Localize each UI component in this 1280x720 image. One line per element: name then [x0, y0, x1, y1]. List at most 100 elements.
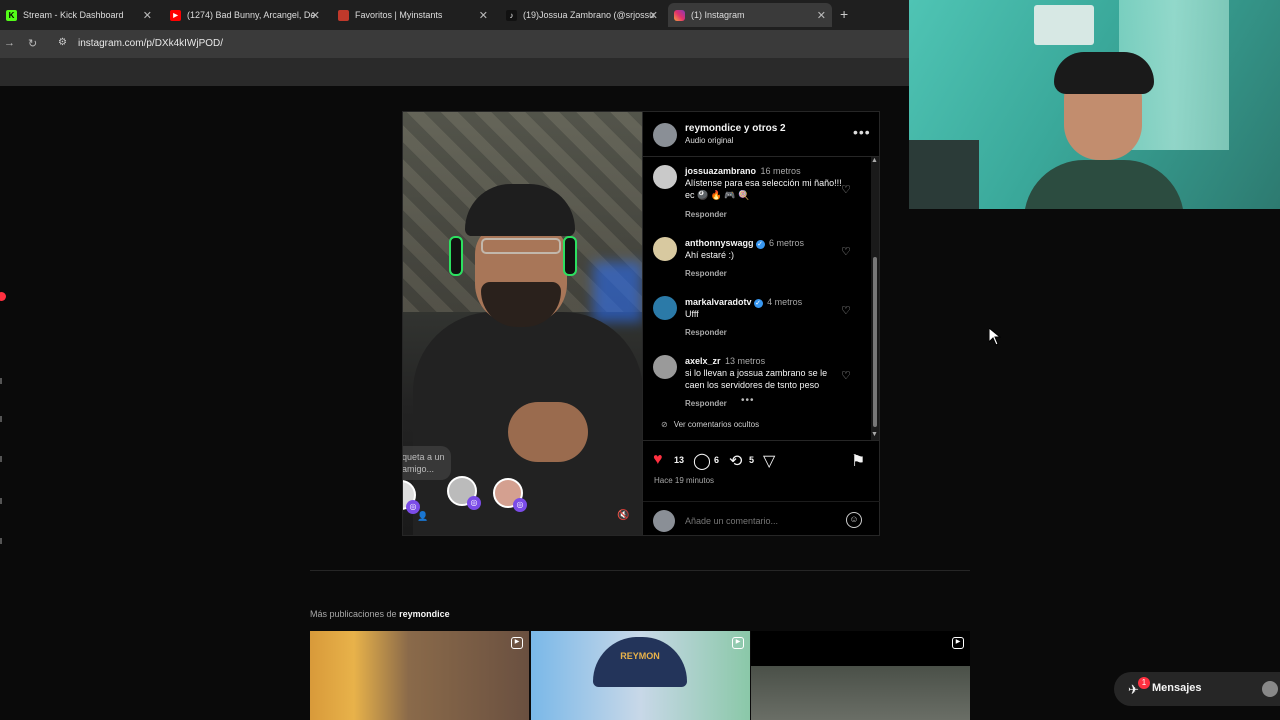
tab-label: Favoritos | Myinstants	[355, 10, 443, 20]
reply-button[interactable]: Responder	[685, 328, 727, 337]
collab-icon: ◎	[467, 496, 481, 510]
tagged-users-icon[interactable]: 👤	[417, 511, 428, 522]
youtube-icon: ▶	[170, 9, 181, 21]
heart-icon[interactable]: ♡	[841, 245, 851, 258]
scroll-up-icon[interactable]: ▲	[871, 157, 878, 164]
save-bookmark-icon[interactable]: ⚑	[851, 451, 865, 471]
more-options-icon[interactable]: •••	[853, 124, 871, 140]
heart-icon[interactable]: ♡	[841, 369, 851, 382]
close-icon[interactable]: ✕	[649, 9, 658, 22]
post-video[interactable]: Etiqueta a un amigo... ◎ ◎ ◎ 👤 🔇	[403, 112, 642, 535]
heart-icon[interactable]: ♡	[841, 183, 851, 196]
avatar[interactable]	[653, 237, 677, 261]
post-time: Hace 19 minutos	[654, 476, 715, 485]
comment-icon[interactable]: ◯	[693, 451, 711, 471]
add-comment-input[interactable]	[685, 516, 835, 526]
repost-icon[interactable]: ⟲	[729, 451, 742, 471]
reply-button[interactable]: Responder	[685, 399, 727, 408]
muted-icon[interactable]: 🔇	[617, 510, 629, 521]
comment-text: si lo llevan a jossua zambrano se le cae…	[685, 368, 828, 390]
avatar[interactable]	[653, 123, 677, 147]
scrollbar-thumb[interactable]	[873, 257, 877, 427]
comment-username[interactable]: axelx_zr	[685, 356, 721, 366]
post-actions: ♥ 13 ◯ 6 ⟲ 5 ▽ ⚑ Hace 19 minutos ☺	[643, 440, 880, 535]
messages-label: Mensajes	[1152, 682, 1202, 694]
new-tab-button[interactable]: +	[840, 6, 848, 22]
close-icon[interactable]: ✕	[311, 9, 320, 22]
avatar[interactable]: ◎	[447, 476, 481, 510]
tab-youtube[interactable]: ▶ (1274) Bad Bunny, Arcangel, De ✕	[164, 3, 326, 27]
tab-label: Stream - Kick Dashboard	[23, 10, 124, 20]
comment-text: Ufff	[685, 309, 699, 319]
tag-friend-prompt: Etiqueta a un amigo...	[403, 446, 451, 480]
verified-icon: ✓	[755, 240, 765, 249]
tab-myinstants[interactable]: Favoritos | Myinstants ✕	[332, 3, 494, 27]
tab-tiktok[interactable]: ♪ (19)Jossua Zambrano (@srjossu ✕	[500, 3, 664, 27]
close-icon[interactable]: ✕	[479, 9, 488, 22]
sidebar-mark	[0, 378, 2, 384]
gaming-chair	[909, 140, 979, 209]
avatar[interactable]	[653, 296, 677, 320]
tab-label: (19)Jossua Zambrano (@srjossu	[523, 10, 655, 20]
comment-username[interactable]: anthonnyswagg	[685, 238, 754, 248]
comment-time: 4 metros	[767, 297, 803, 307]
like-icon[interactable]: ♥	[653, 451, 663, 469]
url-field[interactable]: instagram.com/p/DXk4kIWjPOD/	[78, 38, 223, 49]
reply-button[interactable]: Responder	[685, 269, 727, 278]
reply-button[interactable]: Responder	[685, 210, 727, 219]
emoji-icon[interactable]: ☺	[846, 512, 862, 528]
webcam-overlay	[909, 0, 1280, 209]
more-posts-prefix: Más publicaciones de	[310, 609, 397, 619]
post-thumbnail[interactable]: ▶	[751, 631, 970, 720]
comment-count: 6	[714, 455, 720, 465]
comment-options-icon[interactable]: •••	[741, 395, 755, 406]
repost-count: 5	[749, 455, 755, 465]
post-thumbnail[interactable]: REYMON ▶	[531, 631, 750, 720]
close-icon[interactable]: ✕	[143, 9, 152, 22]
tab-kick[interactable]: K Stream - Kick Dashboard ✕	[0, 3, 158, 27]
forward-icon[interactable]: →	[4, 37, 15, 49]
close-icon[interactable]: ✕	[817, 9, 826, 22]
post-author[interactable]: reymondice y otros 2	[685, 123, 786, 134]
message-badge: 1	[1138, 677, 1150, 689]
comments-list: jossuazambrano 16 metros Alístense para …	[643, 157, 880, 439]
avatar	[1262, 681, 1278, 697]
collab-icon: ◎	[513, 498, 527, 512]
heart-icon[interactable]: ♡	[841, 304, 851, 317]
reel-icon: ▶	[511, 637, 523, 649]
more-posts-heading: Más publicaciones de reymondice	[310, 609, 450, 619]
share-icon[interactable]: ▽	[763, 451, 775, 471]
sidebar-mark	[0, 498, 2, 504]
avatar[interactable]	[653, 165, 677, 189]
sidebar-mark	[0, 416, 2, 422]
comment-time: 13 metros	[725, 356, 766, 366]
hidden-comments-label: Ver comentarios ocultos	[673, 420, 760, 429]
comment-username[interactable]: jossuazambrano	[685, 166, 756, 176]
tab-instagram[interactable]: (1) Instagram ✕	[668, 3, 832, 27]
tiktok-icon: ♪	[506, 9, 517, 21]
post-thumbnail[interactable]: ▶	[310, 631, 529, 720]
divider	[310, 570, 970, 571]
reel-icon: ▶	[952, 637, 964, 649]
add-comment-row: ☺	[643, 501, 880, 536]
hidden-comments-link[interactable]: ⊘ Ver comentarios ocultos	[661, 420, 759, 429]
tab-label: (1274) Bad Bunny, Arcangel, De	[187, 10, 316, 20]
reload-icon[interactable]: ↻	[28, 37, 37, 50]
sidebar-mark	[0, 456, 2, 462]
air-conditioner	[1034, 5, 1094, 45]
more-posts-user[interactable]: reymondice	[399, 609, 450, 619]
audio-label[interactable]: Audio original	[685, 136, 733, 145]
cap-logo: REYMON	[593, 637, 687, 687]
avatar[interactable]	[653, 355, 677, 379]
bookmarks-bar	[0, 58, 910, 86]
scroll-down-icon[interactable]: ▼	[871, 431, 878, 438]
like-count[interactable]: 13	[674, 455, 684, 465]
comments-scrollbar[interactable]: ▲ ▼	[871, 157, 879, 440]
avatar[interactable]: ◎	[493, 478, 527, 512]
comment-time: 6 metros	[769, 238, 805, 248]
messages-button[interactable]: ✈ 1 Mensajes	[1114, 672, 1280, 706]
site-settings-icon[interactable]: ⚙	[58, 37, 67, 48]
post-sidebar: reymondice y otros 2 Audio original ••• …	[642, 112, 880, 535]
post-header: reymondice y otros 2 Audio original •••	[643, 112, 880, 157]
comment-username[interactable]: markalvaradotv	[685, 297, 752, 307]
